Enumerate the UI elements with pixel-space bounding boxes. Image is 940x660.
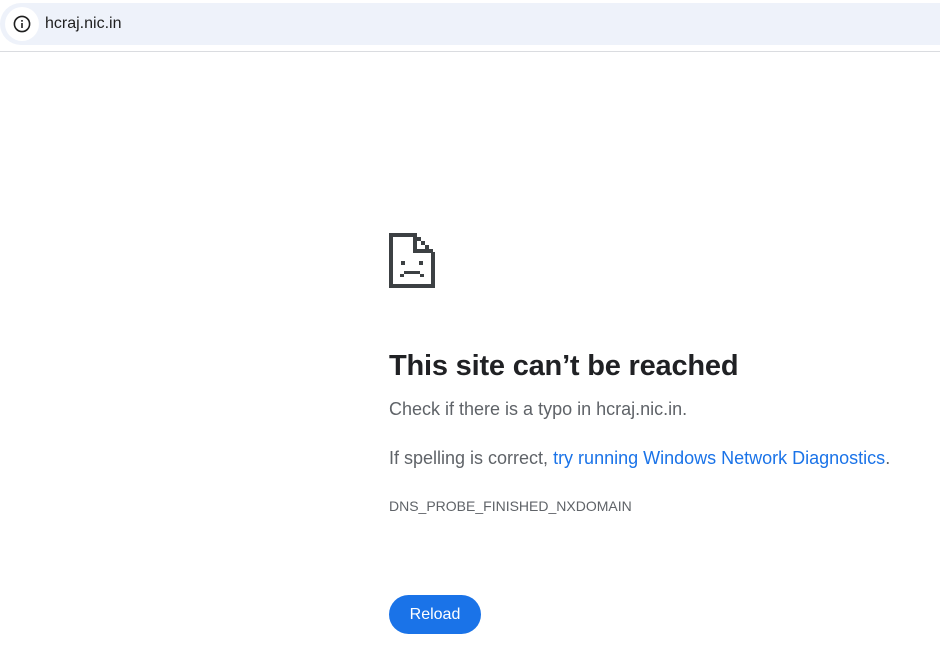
site-info-button[interactable] <box>5 7 39 41</box>
error-heading: This site can’t be reached <box>389 350 739 382</box>
info-circle-icon <box>13 15 31 33</box>
omnibox[interactable]: hcraj.nic.in <box>0 3 940 45</box>
diagnostics-hint: If spelling is correct, try running Wind… <box>389 447 929 469</box>
typo-hint: Check if there is a typo in hcraj.nic.in… <box>389 399 688 419</box>
network-diagnostics-link[interactable]: try running Windows Network Diagnostics <box>553 448 885 468</box>
reload-button[interactable]: Reload <box>389 595 481 634</box>
address-bar: hcraj.nic.in <box>0 0 940 52</box>
error-code: DNS_PROBE_FINISHED_NXDOMAIN <box>389 498 632 514</box>
url-text[interactable]: hcraj.nic.in <box>45 14 121 34</box>
sad-document-icon <box>389 233 435 288</box>
error-content: This site can’t be reached Check if ther… <box>389 233 929 514</box>
diagnostics-hint-suffix: . <box>885 448 891 468</box>
diagnostics-hint-prefix: If spelling is correct, <box>389 448 554 468</box>
